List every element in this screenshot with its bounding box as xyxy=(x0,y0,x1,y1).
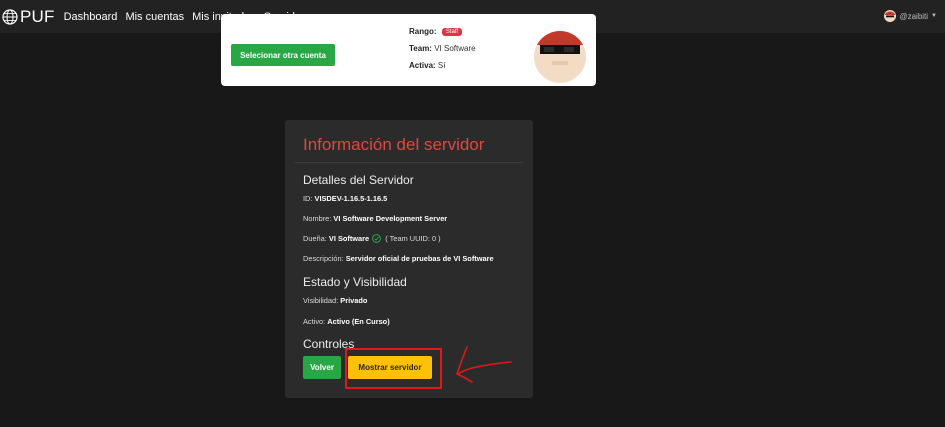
server-name-value: VI Software Development Server xyxy=(333,214,448,223)
active-value: Sí xyxy=(437,61,446,70)
divider xyxy=(295,162,523,163)
server-owner-label: Dueña: xyxy=(303,234,327,243)
active-label: Activa: xyxy=(409,61,436,70)
active-status-label: Activo: xyxy=(303,317,326,326)
server-description-label: Descripción: xyxy=(303,254,344,263)
nav-link-mis-cuentas[interactable]: Mis cuentas xyxy=(125,11,184,23)
annotation-arrow-icon xyxy=(456,346,512,383)
brand[interactable]: PUF xyxy=(2,7,55,27)
server-id-label: ID: xyxy=(303,194,313,203)
visibility-value: Privado xyxy=(340,296,368,305)
server-owner-value: VI Software xyxy=(328,234,370,243)
details-heading: Detalles del Servidor xyxy=(303,173,414,187)
server-owner-row: Dueña: VI Software ( Team UUID: 0 ) xyxy=(303,234,441,243)
account-card: Selecionar otra cuenta Rango: Staff Team… xyxy=(221,14,596,86)
server-id-row: ID: VISDEV-1.16.5-1.16.5 xyxy=(303,194,387,203)
team-label: Team: xyxy=(409,44,432,53)
status-heading: Estado y Visibilidad xyxy=(303,275,407,289)
visibility-label: Visibilidad: xyxy=(303,296,339,305)
rank-label: Rango: xyxy=(409,27,437,36)
brand-name: PUF xyxy=(20,6,55,26)
server-name-label: Nombre: xyxy=(303,214,332,223)
staff-badge: Staff xyxy=(441,28,463,36)
verified-check-icon xyxy=(372,234,382,243)
active-status-value: Activo (En Curso) xyxy=(327,317,390,326)
rank-row: Rango: Staff xyxy=(409,27,463,36)
username: @zaibiti xyxy=(899,11,929,21)
player-head-avatar xyxy=(534,31,586,83)
active-row: Activa: Sí xyxy=(409,61,445,70)
team-row: Team: VI Software xyxy=(409,44,476,53)
server-description-value: Servidor oficial de pruebas de VI Softwa… xyxy=(345,254,494,263)
server-id-value: VISDEV-1.16.5-1.16.5 xyxy=(314,194,388,203)
back-button[interactable]: Volver xyxy=(303,356,341,379)
chevron-down-icon: ▼ xyxy=(931,13,937,19)
globe-icon xyxy=(2,8,18,25)
team-value: VI Software xyxy=(434,44,476,53)
user-menu[interactable]: @zaibiti ▼ xyxy=(884,10,937,22)
nav-link-dashboard[interactable]: Dashboard xyxy=(64,11,118,23)
select-other-account-button[interactable]: Selecionar otra cuenta xyxy=(231,44,335,66)
server-name-row: Nombre: VI Software Development Server xyxy=(303,214,447,223)
panel-title: Información del servidor xyxy=(303,135,485,154)
active-status-row: Activo: Activo (En Curso) xyxy=(303,317,390,326)
server-description-row: Descripción: Servidor oficial de pruebas… xyxy=(303,254,494,263)
visibility-row: Visibilidad: Privado xyxy=(303,296,367,305)
server-owner-team: ( Team UUID: 0 ) xyxy=(385,234,441,243)
user-avatar-icon xyxy=(884,10,897,22)
annotation-highlight-box xyxy=(345,348,442,389)
